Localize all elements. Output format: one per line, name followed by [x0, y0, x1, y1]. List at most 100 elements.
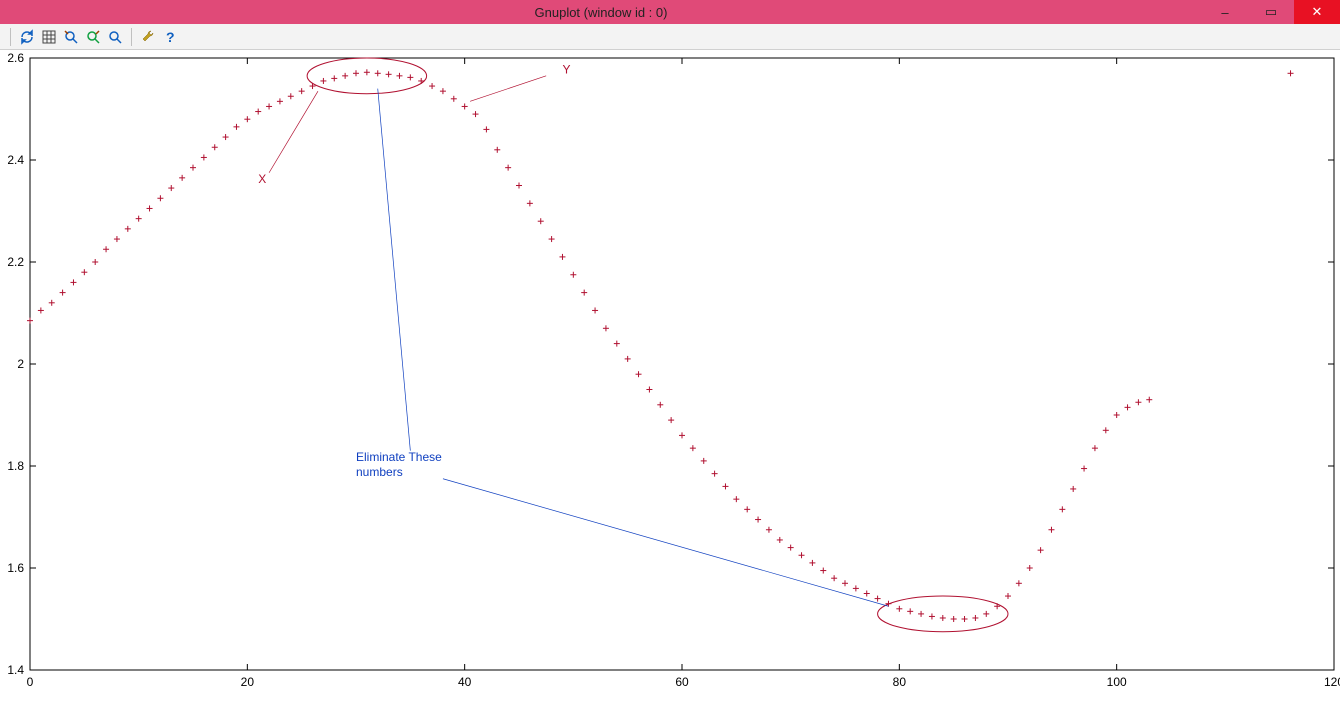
refresh-button[interactable] — [17, 27, 37, 47]
zoom-prev-button[interactable] — [61, 27, 81, 47]
help-icon: ? — [162, 29, 178, 45]
data-point — [168, 185, 174, 191]
data-point — [657, 402, 663, 408]
zoom-prev-icon — [63, 29, 79, 45]
data-point — [690, 445, 696, 451]
data-point — [1038, 547, 1044, 553]
data-point — [1059, 506, 1065, 512]
data-point — [581, 290, 587, 296]
data-point — [744, 506, 750, 512]
data-point — [527, 200, 533, 206]
data-point — [1125, 404, 1131, 410]
refresh-icon — [19, 29, 35, 45]
data-point — [1092, 445, 1098, 451]
window-title: Gnuplot (window id : 0) — [0, 5, 1202, 20]
grid-button[interactable] — [39, 27, 59, 47]
zoom-next-icon — [85, 29, 101, 45]
data-point — [223, 134, 229, 140]
data-point — [429, 83, 435, 89]
zoom-default-icon — [107, 29, 123, 45]
data-point — [733, 496, 739, 502]
window-titlebar: Gnuplot (window id : 0) – ▭ ✕ — [0, 0, 1340, 24]
data-point — [277, 98, 283, 104]
data-point — [766, 527, 772, 533]
y-tick-label: 1.8 — [7, 459, 24, 473]
close-button[interactable]: ✕ — [1294, 0, 1340, 24]
data-point — [907, 608, 913, 614]
wrench-icon — [140, 29, 156, 45]
data-point — [320, 78, 326, 84]
data-point — [592, 307, 598, 313]
options-button[interactable] — [138, 27, 158, 47]
data-point — [114, 236, 120, 242]
data-point — [1016, 580, 1022, 586]
data-point — [451, 96, 457, 102]
data-point — [179, 175, 185, 181]
data-point — [701, 458, 707, 464]
data-point — [755, 517, 761, 523]
data-point — [288, 93, 294, 99]
maximize-button[interactable]: ▭ — [1248, 0, 1294, 24]
data-point — [462, 103, 468, 109]
x-tick-label: 80 — [893, 675, 907, 689]
data-point — [625, 356, 631, 362]
data-point — [1027, 565, 1033, 571]
data-point — [147, 205, 153, 211]
data-point — [1135, 399, 1141, 405]
data-point — [918, 611, 924, 617]
data-point — [809, 560, 815, 566]
data-point — [1288, 70, 1294, 76]
data-point — [712, 471, 718, 477]
data-point — [299, 88, 305, 94]
data-point — [799, 552, 805, 558]
zoom-next-button[interactable] — [83, 27, 103, 47]
data-point — [396, 73, 402, 79]
data-point — [353, 70, 359, 76]
data-point — [342, 73, 348, 79]
data-point — [646, 387, 652, 393]
data-point — [190, 165, 196, 171]
data-point — [38, 307, 44, 313]
x-tick-label: 100 — [1107, 675, 1127, 689]
data-point — [777, 537, 783, 543]
grid-icon — [41, 29, 57, 45]
data-point — [1048, 527, 1054, 533]
data-point — [679, 432, 685, 438]
data-point — [1070, 486, 1076, 492]
data-point — [951, 616, 957, 622]
data-point — [125, 226, 131, 232]
data-point — [538, 218, 544, 224]
data-point — [136, 216, 142, 222]
plot-frame — [30, 58, 1334, 670]
data-point — [201, 154, 207, 160]
annotation-label: Y — [562, 62, 570, 76]
data-point — [962, 616, 968, 622]
data-point — [831, 575, 837, 581]
data-point — [1005, 593, 1011, 599]
minimize-button[interactable]: – — [1202, 0, 1248, 24]
data-point — [1103, 427, 1109, 433]
x-tick-label: 120 — [1324, 675, 1340, 689]
data-point — [70, 279, 76, 285]
data-point — [494, 147, 500, 153]
y-tick-label: 2 — [17, 357, 24, 371]
data-point — [212, 144, 218, 150]
x-tick-label: 60 — [675, 675, 689, 689]
data-point — [364, 69, 370, 75]
svg-text:?: ? — [166, 29, 175, 45]
data-point — [603, 325, 609, 331]
annotation-line — [470, 76, 546, 102]
window-buttons: – ▭ ✕ — [1202, 0, 1340, 24]
toolbar-separator — [131, 28, 132, 46]
data-point — [972, 615, 978, 621]
help-button[interactable]: ? — [160, 27, 180, 47]
data-point — [788, 545, 794, 551]
zoom-default-button[interactable] — [105, 27, 125, 47]
data-point — [27, 318, 33, 324]
data-point — [81, 269, 87, 275]
plot-area[interactable]: 1.41.61.822.22.42.6020406080100120XYElim… — [0, 50, 1340, 708]
data-point — [60, 290, 66, 296]
data-point — [483, 126, 489, 132]
y-tick-label: 1.4 — [7, 663, 24, 677]
data-point — [331, 75, 337, 81]
